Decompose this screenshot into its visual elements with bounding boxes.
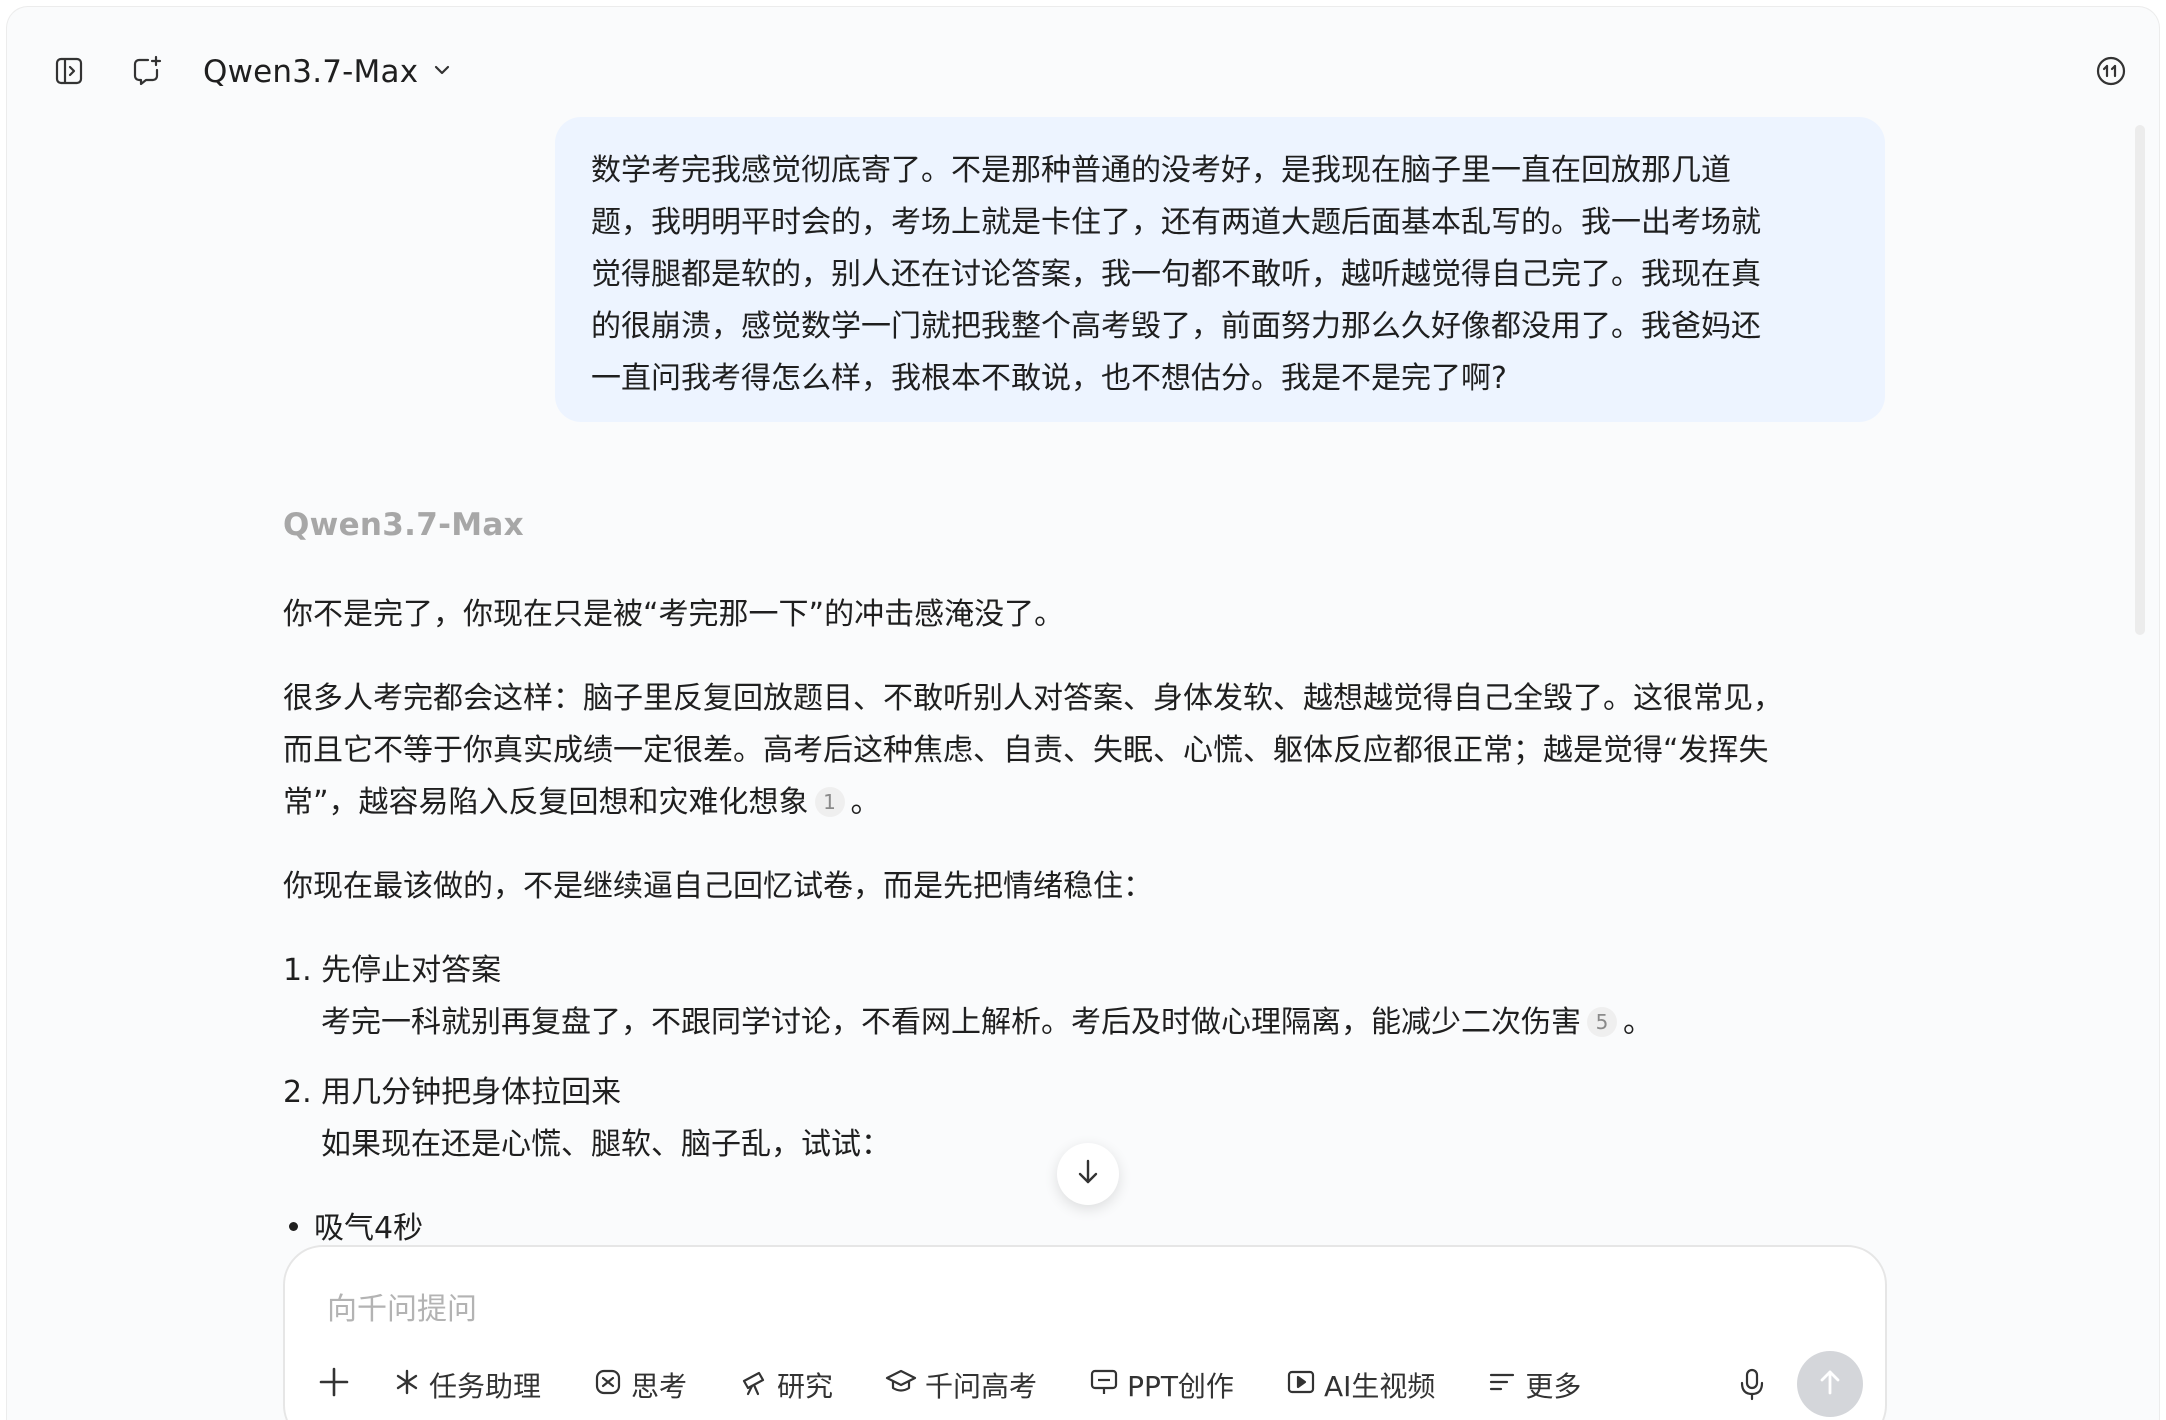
composer: 任务助理 思考 研究 bbox=[283, 1245, 1887, 1420]
menu-lines-icon bbox=[1487, 1367, 1517, 1404]
assistant-text: 。 bbox=[850, 785, 881, 820]
video-play-icon bbox=[1286, 1367, 1316, 1404]
user-message-line: 题，我明明平时会的，考场上就是卡住了，还有两道大题后面基本乱写的。我一出考场就 bbox=[591, 205, 1761, 240]
user-message-line: 的很崩溃，感觉数学一门就把我整个高考毁了，前面努力那么久好像都没用了。我爸妈还 bbox=[591, 309, 1761, 344]
tool-research[interactable]: 研究 bbox=[739, 1363, 833, 1407]
assistant-paragraph-line: 常”，越容易陷入反复回想和灾难化想象 1。 bbox=[283, 777, 881, 829]
scroll-to-bottom-button[interactable] bbox=[1057, 1143, 1119, 1205]
tool-label: 研究 bbox=[777, 1370, 834, 1403]
voice-input-button[interactable] bbox=[1725, 1359, 1779, 1413]
tool-label: 任务助理 bbox=[429, 1370, 542, 1403]
list-item-title: 2. 用几分钟把身体拉回来 bbox=[283, 1075, 622, 1110]
tool-ppt[interactable]: PPT创作 bbox=[1089, 1363, 1234, 1407]
bullet-text: 吸气4秒 bbox=[314, 1211, 424, 1246]
tool-think[interactable]: 思考 bbox=[593, 1363, 687, 1407]
prompt-input[interactable] bbox=[327, 1287, 1727, 1331]
arrow-up-icon bbox=[1815, 1367, 1845, 1401]
brain-icon bbox=[593, 1367, 623, 1404]
user-message-bubble: 数学考完我感觉彻底寄了。不是那种普通的没考好，是我现在脑子里一直在回放那几道 题… bbox=[555, 117, 1885, 422]
list-item-body: 如果现在还是心慌、腿软、脑子乱，试试： bbox=[321, 1127, 891, 1162]
arrow-down-icon bbox=[1073, 1157, 1103, 1191]
sparkle-icon bbox=[393, 1368, 421, 1403]
plus-icon bbox=[317, 1365, 351, 1406]
user-message-line: 一直问我考得怎么样，我根本不敢说，也不想估分。我是不是完了啊? bbox=[591, 361, 1507, 396]
citation-badge[interactable]: 1 bbox=[814, 787, 845, 817]
assistant-text: 考完一科就别再复盘了，不跟同学讨论，不看网上解析。考后及时做心理隔离，能减少二次… bbox=[321, 1005, 1581, 1040]
app-window: Qwen3.7-Max 数学考完我感觉彻底寄了。不是那种普通的没考好，是我现在脑… bbox=[6, 6, 2160, 1420]
tool-label: AI生视频 bbox=[1323, 1370, 1436, 1403]
bullet-dot bbox=[289, 1222, 298, 1231]
tool-task-assistant[interactable]: 任务助理 bbox=[393, 1363, 541, 1407]
microphone-icon bbox=[1737, 1367, 1767, 1405]
tool-label: 千问高考 bbox=[925, 1370, 1038, 1403]
tool-ai-video[interactable]: AI生视频 bbox=[1286, 1363, 1435, 1407]
assistant-paragraph: 很多人考完都会这样：脑子里反复回放题目、不敢听别人对答案、身体发软、越想越觉得自… bbox=[283, 681, 1783, 716]
assistant-name: Qwen3.7-Max bbox=[283, 507, 524, 543]
assistant-text: 。 bbox=[1623, 1005, 1653, 1040]
citation-badge[interactable]: 5 bbox=[1587, 1007, 1617, 1037]
chat-area: 数学考完我感觉彻底寄了。不是那种普通的没考好，是我现在脑子里一直在回放那几道 题… bbox=[7, 7, 2159, 1420]
tool-label: 思考 bbox=[631, 1370, 688, 1403]
presentation-icon bbox=[1089, 1367, 1119, 1404]
assistant-paragraph: 而且它不等于你真实成绩一定很差。高考后这种焦虑、自责、失眠、心慌、躯体反应都很正… bbox=[283, 733, 1769, 768]
list-item-title: 1. 先停止对答案 bbox=[283, 953, 502, 988]
user-message-line: 觉得腿都是软的，别人还在讨论答案，我一句都不敢听，越听越觉得自己完了。我现在真 bbox=[591, 257, 1761, 292]
telescope-icon bbox=[739, 1367, 769, 1404]
assistant-paragraph: 你不是完了，你现在只是被“考完那一下”的冲击感淹没了。 bbox=[283, 597, 1065, 632]
composer-toolbar: 任务助理 思考 研究 千问高考 PPT创作 AI生视频 更多 bbox=[317, 1363, 1633, 1407]
attach-button[interactable] bbox=[317, 1363, 351, 1407]
user-message-line: 数学考完我感觉彻底寄了。不是那种普通的没考好，是我现在脑子里一直在回放那几道 bbox=[591, 153, 1731, 188]
send-button[interactable] bbox=[1797, 1351, 1863, 1417]
tool-gaokao[interactable]: 千问高考 bbox=[885, 1363, 1037, 1407]
assistant-text: 常”，越容易陷入反复回想和灾难化想象 bbox=[283, 785, 809, 820]
tool-more[interactable]: 更多 bbox=[1487, 1363, 1581, 1407]
tool-label: 更多 bbox=[1525, 1370, 1582, 1403]
graduation-cap-icon bbox=[885, 1367, 917, 1404]
list-item-body: 考完一科就别再复盘了，不跟同学讨论，不看网上解析。考后及时做心理隔离，能减少二次… bbox=[321, 997, 1653, 1049]
tool-label: PPT创作 bbox=[1127, 1370, 1234, 1403]
assistant-paragraph: 你现在最该做的，不是继续逼自己回忆试卷，而是先把情绪稳住： bbox=[283, 869, 1153, 904]
